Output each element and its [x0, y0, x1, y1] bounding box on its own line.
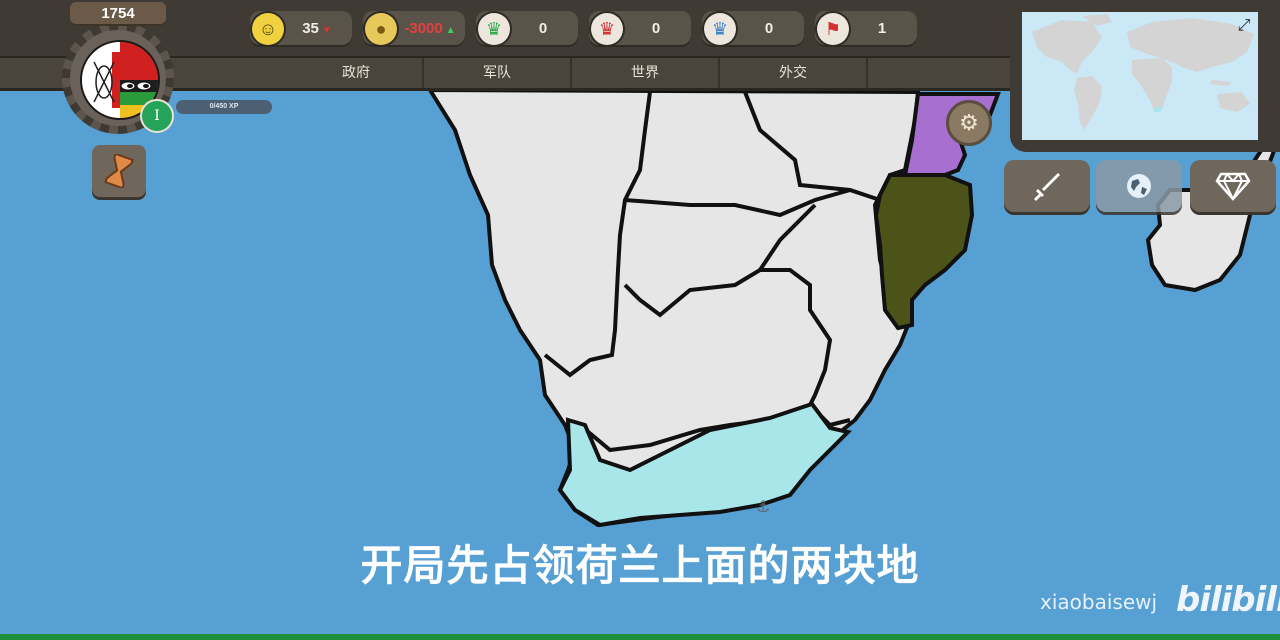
down-arrow-icon: ▼ [321, 25, 332, 36]
current-year: 1754 [70, 2, 166, 26]
stability-value: 35 [302, 20, 319, 37]
anchor-icon: ⚓ [756, 499, 770, 516]
green-crown-resource[interactable]: ♛ 0 [476, 11, 578, 47]
flag-resource[interactable]: ⚑ 1 [815, 11, 917, 47]
smiley-icon: ☺ [252, 13, 284, 45]
red-crown-value: 0 [651, 20, 661, 37]
gear-icon: ⚙ [959, 110, 979, 135]
gold-resource[interactable]: ● -3000 ▲ [363, 11, 465, 47]
gold-value: -3000 [404, 20, 443, 37]
green-crown-icon: ♛ [478, 13, 510, 45]
shop-button[interactable] [1190, 160, 1276, 212]
up-arrow-icon: ▲ [445, 25, 456, 36]
red-crown-icon: ♛ [591, 13, 623, 45]
hourglass-icon [104, 154, 134, 188]
green-crown-value: 0 [538, 20, 548, 37]
sword-icon [1034, 173, 1060, 201]
tab-world[interactable]: 世界 [572, 58, 720, 88]
coins-icon: ● [365, 13, 397, 45]
settings-button[interactable]: ⚙ [946, 100, 992, 146]
tab-government[interactable]: 政府 [290, 58, 424, 88]
bilibili-logo: bilibili [1176, 580, 1280, 620]
xp-bar: 0/450 XP [176, 100, 272, 114]
tab-diplomacy[interactable]: 外交 [720, 58, 868, 88]
flag-icon: ⚑ [817, 13, 849, 45]
blue-crown-resource[interactable]: ♛ 0 [702, 11, 804, 47]
red-crown-resource[interactable]: ♛ 0 [589, 11, 691, 47]
military-button[interactable] [1004, 160, 1090, 212]
game-screen: ⚓ ☺ 35 ▼ ● -3000 ▲ ♛ 0 ♛ 0 ♛ 0 ⚑ 1 政府 军队 世… [0, 0, 1280, 640]
watermark-user: xiaobaisewj [1040, 590, 1158, 614]
flag-value: 1 [877, 20, 887, 37]
stability-resource[interactable]: ☺ 35 ▼ [250, 11, 352, 47]
video-subtitle: 开局先占领荷兰上面的两块地 [360, 541, 920, 590]
minimap[interactable] [1022, 12, 1258, 140]
blue-crown-icon: ♛ [704, 13, 736, 45]
globe-icon [1127, 174, 1151, 198]
expand-icon[interactable]: ⤢ [1234, 16, 1254, 36]
diamond-icon [1215, 172, 1251, 201]
level-badge: I [140, 99, 174, 133]
bottom-line [0, 634, 1280, 640]
world-button[interactable] [1096, 160, 1182, 212]
hourglass-button[interactable] [92, 145, 146, 197]
tab-army[interactable]: 军队 [424, 58, 572, 88]
blue-crown-value: 0 [764, 20, 774, 37]
